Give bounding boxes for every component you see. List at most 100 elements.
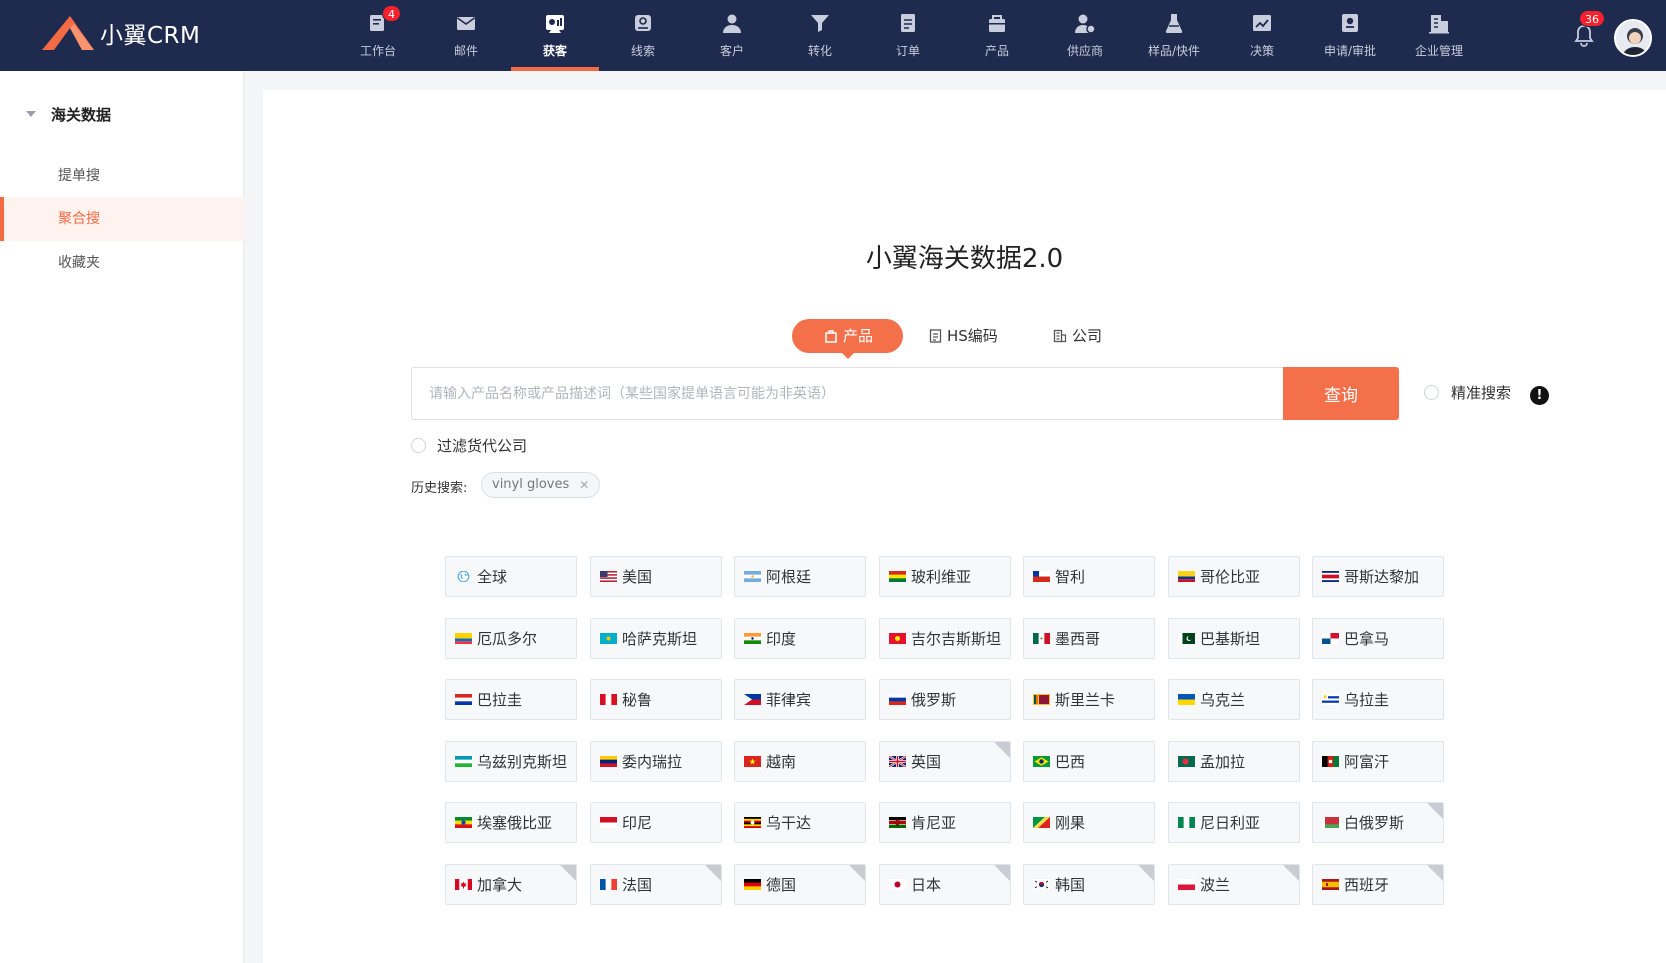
country-name: 厄瓜多尔 bbox=[477, 630, 538, 648]
country-name: 玻利维亚 bbox=[911, 568, 972, 586]
corner-tag-icon bbox=[1138, 865, 1154, 881]
tab-product[interactable]: 产品 bbox=[792, 319, 904, 359]
country-button-fr[interactable]: 法国 bbox=[590, 864, 722, 905]
country-button-br[interactable]: 巴西 bbox=[1023, 741, 1155, 782]
country-button-py[interactable]: 巴拉圭 bbox=[445, 679, 577, 720]
precise-search-radio[interactable] bbox=[1424, 385, 1439, 400]
country-button-id[interactable]: 印尼 bbox=[590, 802, 722, 843]
country-button-ru[interactable]: 俄罗斯 bbox=[879, 679, 1011, 720]
sidebar-group-label: 海关数据 bbox=[51, 105, 112, 124]
flag-es-icon bbox=[1322, 879, 1339, 890]
country-button-bd[interactable]: 孟加拉 bbox=[1168, 741, 1300, 782]
product-search-input[interactable] bbox=[411, 367, 1284, 420]
country-button-es[interactable]: 西班牙 bbox=[1312, 864, 1444, 905]
country-name: 阿根廷 bbox=[766, 568, 812, 586]
country-button-vn[interactable]: 越南 bbox=[734, 741, 866, 782]
country-button-ua[interactable]: 乌克兰 bbox=[1168, 679, 1300, 720]
country-button-mx[interactable]: 墨西哥 bbox=[1023, 618, 1155, 659]
country-button-ke[interactable]: 肯尼亚 bbox=[879, 802, 1011, 843]
nav-item-13[interactable]: 企业管理 bbox=[1395, 0, 1483, 71]
country-button-ec[interactable]: 厄瓜多尔 bbox=[445, 618, 577, 659]
country-name: 乌拉圭 bbox=[1344, 691, 1390, 709]
app-logo[interactable]: 小翼CRM bbox=[40, 13, 200, 53]
nav-item-11[interactable]: 决策 bbox=[1218, 0, 1306, 71]
tab-company[interactable]: 公司 bbox=[1053, 319, 1102, 353]
flag-by-icon bbox=[1322, 817, 1339, 828]
close-icon[interactable]: ✕ bbox=[579, 473, 589, 497]
country-button-gb[interactable]: 英国 bbox=[879, 741, 1011, 782]
country-button-ar[interactable]: 阿根廷 bbox=[734, 556, 866, 597]
flag-pe-icon bbox=[600, 694, 617, 705]
country-button-pe[interactable]: 秘鲁 bbox=[590, 679, 722, 720]
country-button-ng[interactable]: 尼日利亚 bbox=[1168, 802, 1300, 843]
country-button-cl[interactable]: 智利 bbox=[1023, 556, 1155, 597]
country-button-uy[interactable]: 乌拉圭 bbox=[1312, 679, 1444, 720]
sidebar-group-customs-data[interactable]: 海关数据 bbox=[0, 95, 244, 133]
search-button[interactable]: 查询 bbox=[1283, 367, 1399, 420]
country-button-kr[interactable]: 韩国 bbox=[1023, 864, 1155, 905]
country-name: 斯里兰卡 bbox=[1055, 691, 1116, 709]
nav-item-12[interactable]: 申请/审批 bbox=[1306, 0, 1394, 71]
history-chip[interactable]: vinyl gloves ✕ bbox=[481, 472, 601, 498]
nav-item-label: 转化 bbox=[807, 44, 832, 58]
flag-ph-icon bbox=[744, 694, 761, 705]
info-icon[interactable]: ! bbox=[1530, 386, 1549, 405]
flag-vn-icon bbox=[744, 756, 761, 767]
tab-hs-code[interactable]: HS编码 bbox=[929, 319, 998, 353]
country-button-globe[interactable]: 全球 bbox=[445, 556, 577, 597]
country-button-uz[interactable]: 乌兹别克斯坦 bbox=[445, 741, 577, 782]
country-name: 巴拿马 bbox=[1344, 630, 1390, 648]
country-button-co[interactable]: 哥伦比亚 bbox=[1168, 556, 1300, 597]
country-button-ug[interactable]: 乌干达 bbox=[734, 802, 866, 843]
nav-item-4[interactable]: 线索 bbox=[599, 0, 687, 71]
country-button-pl[interactable]: 波兰 bbox=[1168, 864, 1300, 905]
country-button-ph[interactable]: 菲律宾 bbox=[734, 679, 866, 720]
nav-item-9[interactable]: 供应商 bbox=[1041, 0, 1129, 71]
country-button-pa[interactable]: 巴拿马 bbox=[1312, 618, 1444, 659]
country-button-pk[interactable]: 巴基斯坦 bbox=[1168, 618, 1300, 659]
country-button-ca[interactable]: 加拿大 bbox=[445, 864, 577, 905]
nav-item-label: 产品 bbox=[984, 44, 1009, 58]
nav-item-8[interactable]: 产品 bbox=[953, 0, 1041, 71]
country-button-kz[interactable]: 哈萨克斯坦 bbox=[590, 618, 722, 659]
nav-item-label: 线索 bbox=[630, 44, 655, 58]
precise-search-label: 精准搜索 bbox=[1451, 384, 1512, 402]
nav-item-2[interactable]: 邮件 bbox=[422, 0, 510, 71]
country-button-by[interactable]: 白俄罗斯 bbox=[1312, 802, 1444, 843]
corner-tag-icon bbox=[560, 865, 576, 881]
country-button-in[interactable]: 印度 bbox=[734, 618, 866, 659]
country-button-et[interactable]: 埃塞俄比亚 bbox=[445, 802, 577, 843]
nav-item-6[interactable]: 转化 bbox=[776, 0, 864, 71]
nav-item-10[interactable]: 样品/快件 bbox=[1130, 0, 1218, 71]
sidebar-item-favorites[interactable]: 收藏夹 bbox=[0, 241, 244, 285]
sidebar-item-aggregate-search[interactable]: 聚合搜 bbox=[0, 197, 244, 241]
nav-item-5[interactable]: 客户 bbox=[688, 0, 776, 71]
country-button-ve[interactable]: 委内瑞拉 bbox=[590, 741, 722, 782]
country-button-kg[interactable]: 吉尔吉斯斯坦 bbox=[879, 618, 1011, 659]
flag-pk-icon bbox=[1178, 633, 1195, 644]
user-avatar[interactable] bbox=[1614, 19, 1652, 57]
country-button-lk[interactable]: 斯里兰卡 bbox=[1023, 679, 1155, 720]
country-button-cr[interactable]: 哥斯达黎加 bbox=[1312, 556, 1444, 597]
country-button-de[interactable]: 德国 bbox=[734, 864, 866, 905]
nav-item-3[interactable]: 获客 bbox=[511, 0, 599, 71]
sidebar-item-bill-search[interactable]: 提单搜 bbox=[0, 154, 244, 198]
country-name: 韩国 bbox=[1055, 876, 1086, 894]
nav-item-7[interactable]: 订单 bbox=[864, 0, 952, 71]
flag-ca-icon bbox=[455, 879, 472, 890]
country-button-af[interactable]: 阿富汗 bbox=[1312, 741, 1444, 782]
country-name: 哥伦比亚 bbox=[1200, 568, 1261, 586]
country-button-us[interactable]: 美国 bbox=[590, 556, 722, 597]
country-name: 英国 bbox=[911, 753, 942, 771]
nav-item-1[interactable]: 工作台 4 bbox=[334, 0, 422, 71]
filter-forwarder-radio[interactable] bbox=[411, 438, 426, 453]
flag-ec-icon bbox=[455, 633, 472, 644]
country-name: 乌克兰 bbox=[1200, 691, 1246, 709]
flag-gb-icon bbox=[889, 756, 906, 767]
nav-item-badge: 4 bbox=[382, 5, 401, 22]
country-button-bo[interactable]: 玻利维亚 bbox=[879, 556, 1011, 597]
country-button-jp[interactable]: 日本 bbox=[879, 864, 1011, 905]
flag-ru-icon bbox=[889, 694, 906, 705]
notifications-button[interactable]: 36 bbox=[1573, 10, 1605, 52]
country-button-cg[interactable]: 刚果 bbox=[1023, 802, 1155, 843]
